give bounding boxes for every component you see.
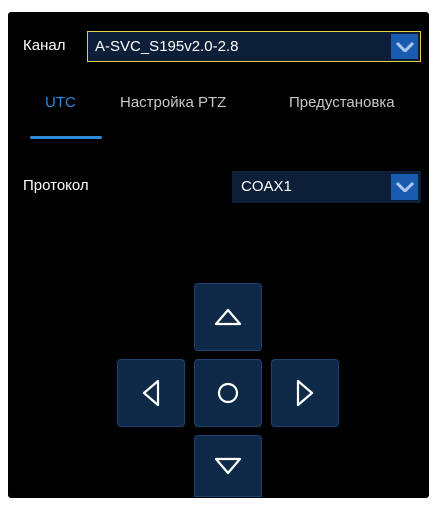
ptz-right-button[interactable] — [271, 359, 339, 427]
active-tab-indicator — [30, 136, 102, 139]
chevron-down-icon[interactable] — [391, 34, 418, 59]
chevron-down-icon[interactable] — [391, 174, 418, 200]
left-icon — [142, 379, 160, 407]
tab-utc[interactable]: UTC — [45, 94, 76, 111]
tab-presets[interactable]: Предустановка — [289, 94, 395, 111]
channel-select-value: A-SVC_S195v2.0-2.8 — [95, 38, 239, 55]
right-icon — [296, 379, 314, 407]
ptz-center-button[interactable] — [194, 359, 262, 427]
protocol-select-value: COAX1 — [241, 178, 292, 195]
channel-label: Канал — [23, 37, 66, 54]
ptz-up-button[interactable] — [194, 283, 262, 351]
center-circle-icon — [217, 382, 239, 404]
protocol-select[interactable]: COAX1 — [232, 171, 421, 203]
protocol-label: Протокол — [23, 177, 89, 194]
ptz-left-button[interactable] — [117, 359, 185, 427]
down-icon — [214, 457, 242, 475]
channel-select[interactable]: A-SVC_S195v2.0-2.8 — [87, 31, 421, 62]
tab-bar: UTC Настройка PTZ Предустановка — [0, 94, 439, 114]
up-icon — [214, 308, 242, 326]
tab-ptz-settings[interactable]: Настройка PTZ — [120, 94, 226, 111]
ptz-down-button[interactable] — [194, 435, 262, 497]
